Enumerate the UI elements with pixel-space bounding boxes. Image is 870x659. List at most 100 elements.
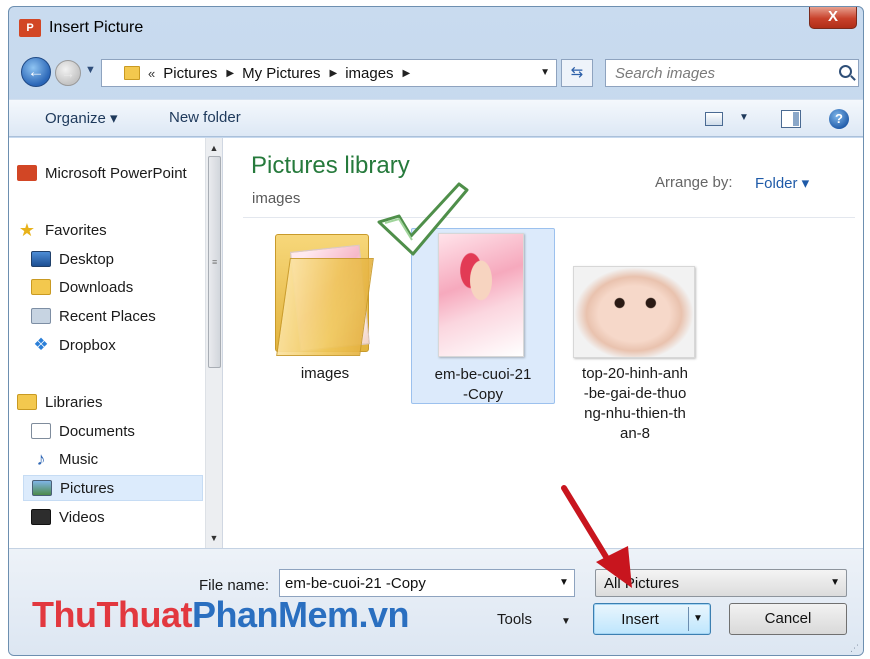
nav-item-pictures[interactable]: Pictures [23, 475, 203, 501]
resize-grip-icon[interactable]: ⋰ [850, 643, 859, 654]
file-item-label-line-1: em-be-cuoi-21 [434, 366, 532, 383]
watermark-part-2: PhanMem [191, 594, 359, 635]
scroll-down-arrow-icon[interactable]: ▼ [206, 530, 222, 546]
file-item-label-line-4: an-8 [619, 425, 651, 442]
checkmark-annotation-icon [377, 182, 469, 256]
breadcrumb-arrow-icon[interactable]: ▶ [226, 68, 234, 79]
nav-item-libraries[interactable]: Libraries [17, 389, 212, 415]
title-bar: P Insert Picture X [9, 7, 863, 47]
nav-item-label: Downloads [59, 278, 134, 296]
address-dropdown-icon[interactable]: ▼ [540, 67, 550, 78]
folder-front-icon [276, 258, 374, 356]
desktop-icon [31, 251, 51, 267]
grip-icon: ≡ [212, 257, 218, 267]
file-list-pane: Pictures library images Arrange by: Fold… [223, 138, 863, 548]
folder-icon [124, 66, 140, 80]
powerpoint-icon [17, 165, 37, 181]
recent-pages-dropdown-icon[interactable]: ▼ [85, 64, 96, 76]
dialog-title: Insert Picture [49, 19, 144, 36]
help-icon[interactable]: ? [829, 109, 849, 129]
nav-item-music[interactable]: ♪ Music [31, 446, 226, 472]
change-view-icon[interactable] [705, 112, 723, 126]
pictures-icon [32, 480, 52, 496]
image-thumbnail [573, 266, 695, 358]
videos-icon [31, 509, 51, 525]
insert-options-dropdown-icon[interactable]: ▼ [693, 613, 703, 624]
insert-button[interactable]: Insert ▼ [593, 603, 711, 635]
nav-item-videos[interactable]: Videos [31, 504, 226, 530]
breadcrumb-arrow-icon[interactable]: ▶ [329, 68, 337, 79]
nav-item-favorites[interactable]: ★ Favorites [17, 217, 212, 243]
address-bar[interactable]: « Pictures ▶ My Pictures ▶ images ▶ ▼ [101, 59, 557, 87]
breadcrumb-overflow[interactable]: « [148, 66, 155, 81]
nav-item-label: Recent Places [59, 307, 156, 325]
file-name-label: File name: [199, 577, 270, 594]
file-item-top-20-hinh-anh[interactable]: top-20-hinh-anh -be-gai-de-thuo ng-nhu-t… [563, 228, 707, 442]
breadcrumb-images[interactable]: images [345, 65, 393, 82]
downloads-folder-icon [31, 279, 51, 295]
nav-item-dropbox[interactable]: ❖ Dropbox [31, 332, 226, 358]
nav-item-label: Microsoft PowerPoint [45, 164, 187, 182]
navigation-row: ← → ▼ « Pictures ▶ My Pictures ▶ images … [9, 55, 863, 91]
breadcrumb-arrow-icon[interactable]: ▶ [403, 68, 411, 79]
nav-item-label: Documents [59, 422, 135, 440]
nav-item-microsoft-powerpoint[interactable]: Microsoft PowerPoint [17, 160, 212, 186]
search-box[interactable] [605, 59, 859, 87]
command-toolbar: Organize ▾ New folder ▼ ? [9, 99, 863, 137]
back-button[interactable]: ← [21, 57, 51, 87]
scroll-thumb[interactable]: ≡ [208, 156, 221, 368]
tools-dropdown-icon[interactable]: ▼ [561, 616, 571, 627]
nav-item-desktop[interactable]: Desktop [31, 246, 226, 272]
navigation-pane: Microsoft PowerPoint ★ Favorites Desktop… [9, 138, 223, 548]
chevron-down-icon: ▼ [830, 577, 840, 588]
file-item-label-line-3: ng-nhu-thien-th [584, 405, 686, 422]
file-item-label-line-2: -be-gai-de-thuo [583, 385, 687, 402]
watermark-part-3: .vn [358, 594, 410, 635]
nav-item-label: Dropbox [59, 336, 116, 354]
watermark-part-1: ThuThuat [32, 594, 192, 635]
forward-button[interactable]: → [55, 60, 81, 86]
search-input[interactable] [606, 60, 826, 86]
tools-button[interactable]: Tools [497, 611, 532, 628]
libraries-icon [17, 394, 37, 410]
documents-icon [31, 423, 51, 439]
divider [243, 217, 855, 218]
search-icon[interactable] [839, 65, 852, 78]
star-icon: ★ [18, 220, 36, 240]
navigation-scrollbar[interactable]: ▲ ≡ ▼ [205, 138, 222, 548]
library-title: Pictures library [251, 152, 410, 179]
cancel-button[interactable]: Cancel [729, 603, 847, 635]
library-subtitle: images [252, 190, 301, 207]
music-icon: ♪ [36, 449, 46, 469]
red-arrow-annotation-icon [561, 485, 632, 588]
arrange-by-dropdown[interactable]: Folder ▾ [755, 174, 809, 192]
nav-item-label: Pictures [60, 479, 115, 497]
close-button[interactable]: X [809, 7, 857, 29]
arrange-by-label: Arrange by: [655, 174, 733, 191]
nav-item-label: Favorites [45, 221, 107, 239]
insert-picture-dialog: P Insert Picture X ← → ▼ « Pictures ▶ My… [8, 6, 864, 656]
organize-button[interactable]: Organize ▾ [45, 109, 118, 127]
nav-item-downloads[interactable]: Downloads [31, 274, 226, 300]
breadcrumb-my-pictures[interactable]: My Pictures [242, 65, 320, 82]
file-item-label: images [300, 365, 350, 382]
nav-item-label: Videos [59, 508, 105, 526]
powerpoint-icon: P [19, 19, 41, 37]
file-name-field[interactable] [279, 569, 575, 597]
breadcrumb-pictures[interactable]: Pictures [163, 65, 217, 82]
preview-pane-icon[interactable] [781, 110, 801, 128]
view-options-dropdown-icon[interactable]: ▼ [739, 112, 749, 123]
split-divider [688, 607, 689, 631]
recent-places-icon [31, 308, 51, 324]
nav-item-documents[interactable]: Documents [31, 418, 226, 444]
file-item-label-line-1: top-20-hinh-anh [582, 365, 688, 382]
new-folder-button[interactable]: New folder [169, 109, 241, 126]
file-item-label-line-2: -Copy [462, 386, 503, 403]
watermark-logo: ThuThuatPhanMem.vn [32, 594, 410, 636]
insert-button-label: Insert [621, 611, 659, 628]
nav-item-label: Music [59, 450, 99, 468]
scroll-up-arrow-icon[interactable]: ▲ [206, 140, 222, 156]
refresh-button[interactable]: ⇆ [561, 59, 593, 87]
dropbox-icon: ❖ [33, 335, 49, 354]
nav-item-recent-places[interactable]: Recent Places [31, 303, 226, 329]
